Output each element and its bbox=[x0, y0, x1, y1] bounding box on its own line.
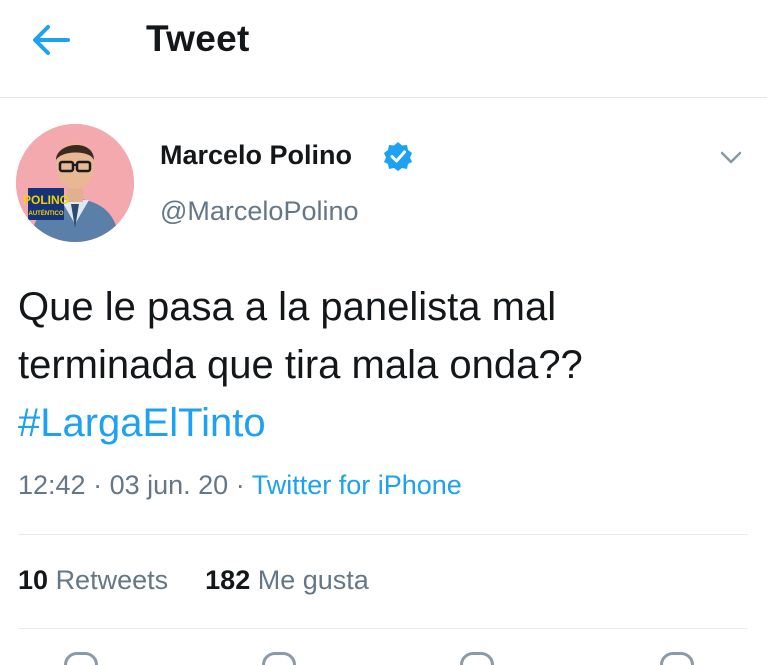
divider bbox=[18, 628, 748, 629]
reply-icon[interactable] bbox=[64, 652, 98, 665]
tweet-stats: 10 Retweets 182 Me gusta bbox=[18, 565, 369, 596]
share-icon[interactable] bbox=[660, 652, 694, 665]
avatar-image: POLINO AUTÉNTICO bbox=[16, 124, 134, 242]
retweets-stat[interactable]: 10 Retweets bbox=[18, 565, 168, 595]
tweet-time: 12:42 bbox=[18, 470, 86, 500]
tweet-text-line: terminada que tira mala onda?? bbox=[18, 343, 583, 387]
meta-separator: · bbox=[228, 470, 252, 500]
action-bar bbox=[0, 652, 767, 665]
likes-stat[interactable]: 182 Me gusta bbox=[205, 565, 369, 595]
avatar-logo-line2: AUTÉNTICO bbox=[29, 209, 64, 217]
retweets-count: 10 bbox=[18, 565, 49, 595]
top-app-bar: Tweet bbox=[0, 0, 767, 98]
tweet-meta: 12:42 · 03 jun. 20 · Twitter for iPhone bbox=[18, 470, 462, 501]
avatar[interactable]: POLINO AUTÉNTICO bbox=[16, 124, 134, 242]
more-options-button[interactable] bbox=[716, 144, 746, 170]
verified-badge-icon bbox=[384, 142, 412, 171]
author-handle[interactable]: @MarceloPolino bbox=[160, 196, 359, 227]
chevron-down-icon bbox=[720, 151, 742, 164]
like-icon[interactable] bbox=[460, 652, 494, 665]
back-button[interactable] bbox=[28, 22, 72, 58]
tweet-date: 03 jun. 20 bbox=[109, 470, 229, 500]
tweet-text-line: Que le pasa a la panelista mal bbox=[18, 285, 557, 329]
arrow-left-icon bbox=[33, 25, 70, 55]
meta-separator: · bbox=[85, 470, 110, 500]
tweet-source-link[interactable]: Twitter for iPhone bbox=[252, 470, 462, 500]
divider bbox=[18, 534, 748, 535]
retweets-label: Retweets bbox=[55, 565, 169, 595]
likes-label: Me gusta bbox=[257, 565, 369, 595]
author-name[interactable]: Marcelo Polino bbox=[160, 140, 352, 171]
avatar-logo-line1: POLINO bbox=[23, 193, 69, 207]
hashtag-link[interactable]: #LargaElTinto bbox=[18, 401, 266, 445]
tweet-text: Que le pasa a la panelista mal terminada… bbox=[18, 278, 753, 452]
page-title: Tweet bbox=[146, 18, 250, 59]
retweet-icon[interactable] bbox=[262, 652, 296, 665]
likes-count: 182 bbox=[205, 565, 251, 595]
